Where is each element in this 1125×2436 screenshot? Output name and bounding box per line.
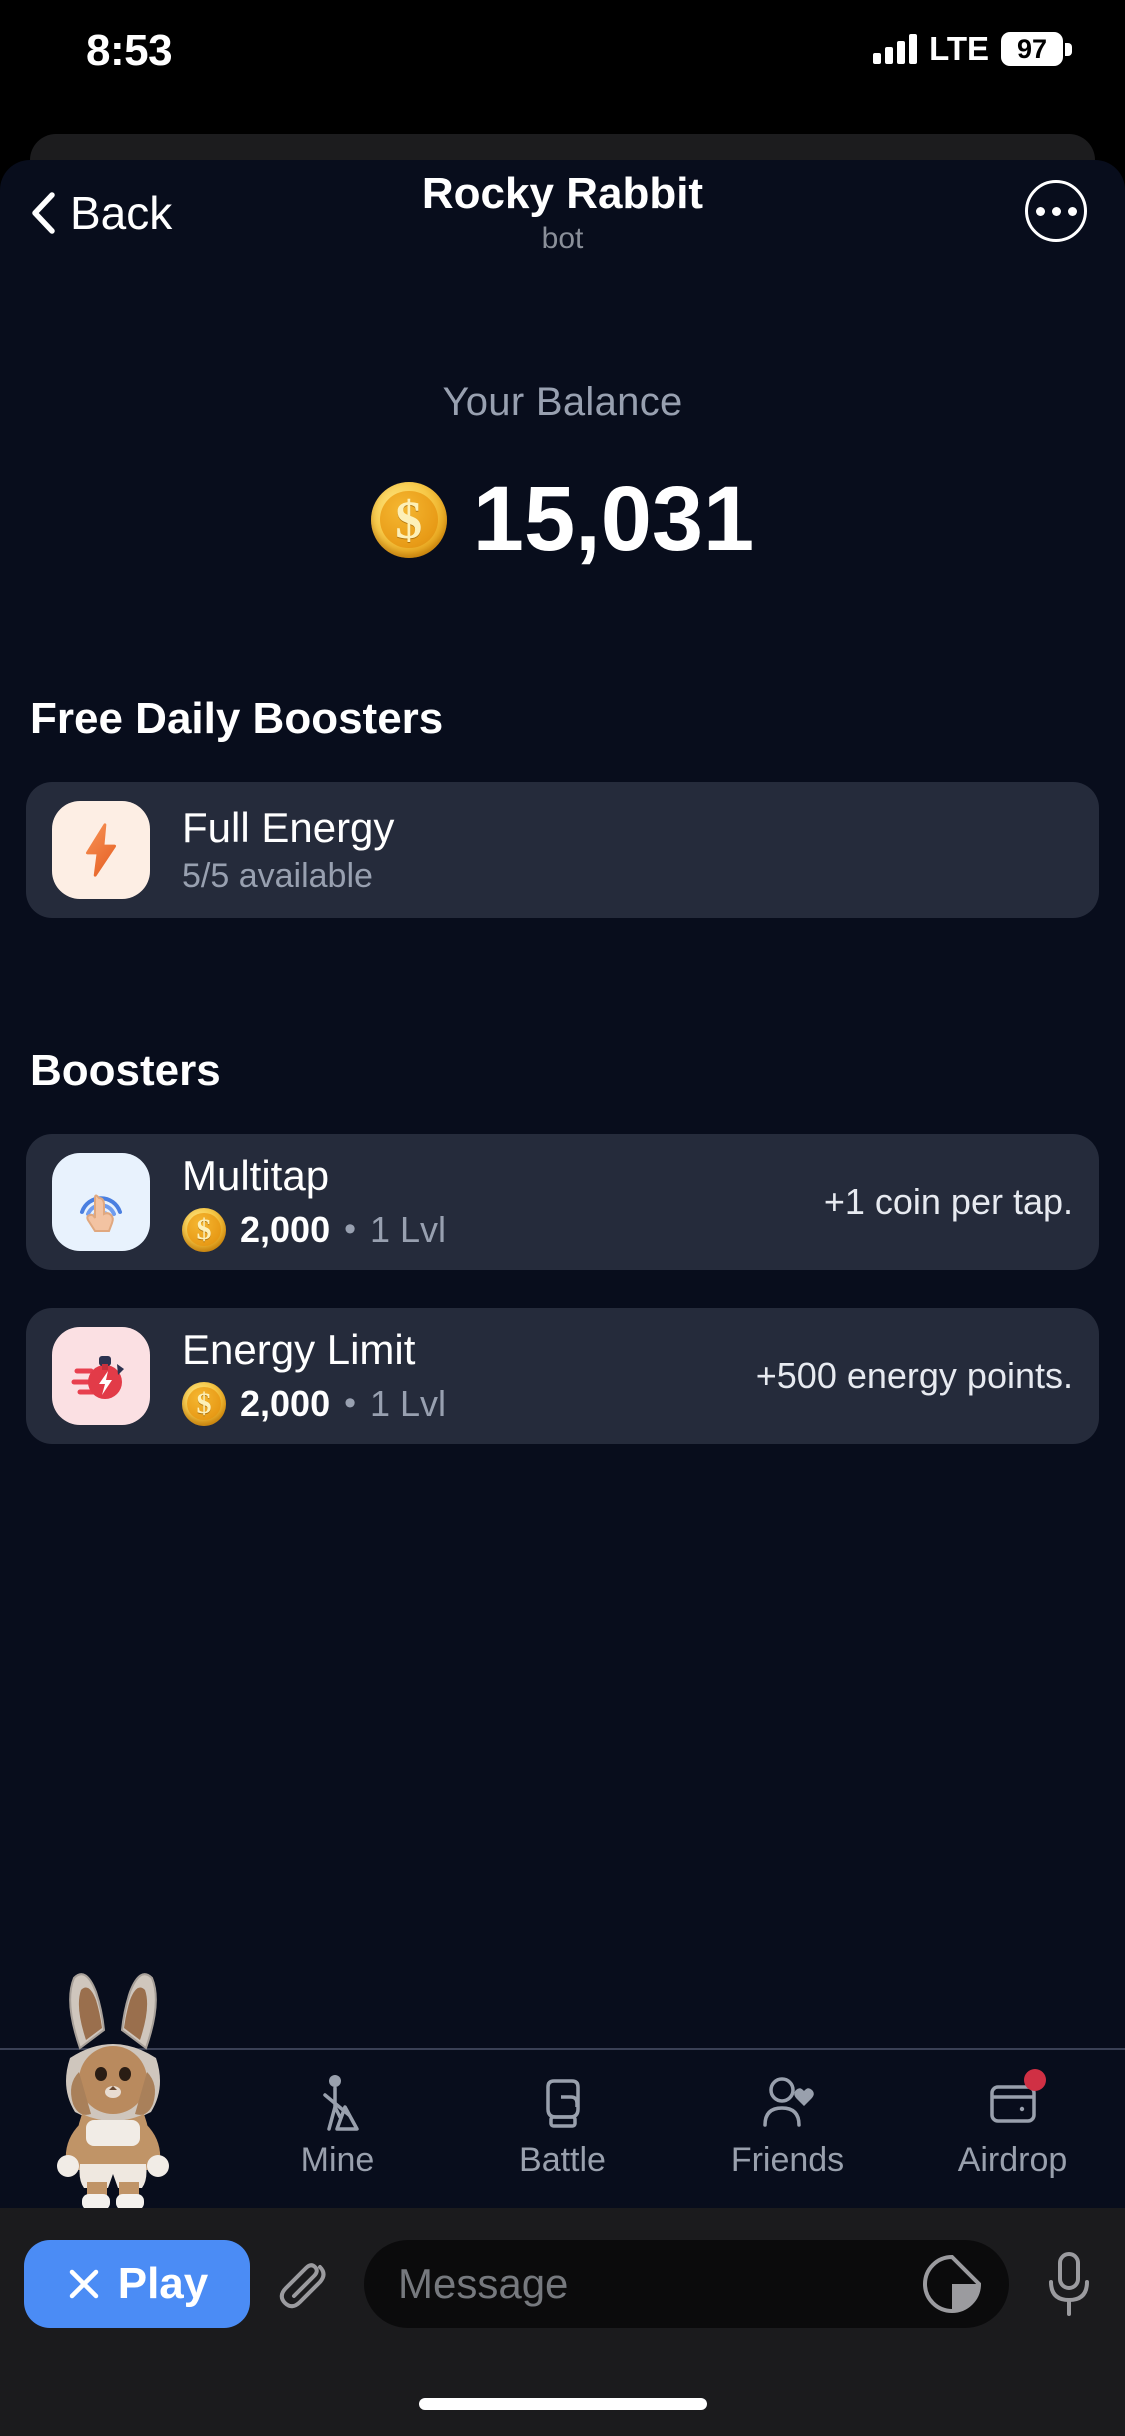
message-input[interactable]: Message	[364, 2240, 1009, 2328]
tab-label: Friends	[730, 2140, 845, 2179]
tab-battle[interactable]: Battle	[450, 2050, 675, 2208]
booster-text-block: Multitap $ 2,000 • 1 Lvl	[182, 1152, 808, 1252]
booster-card-energy-limit[interactable]: Energy Limit $ 2,000 • 1 Lvl +500 energy…	[26, 1308, 1099, 1444]
tab-friends[interactable]: Friends	[675, 2050, 900, 2208]
battery-icon: 97	[1001, 32, 1072, 66]
gold-coin-icon: $	[370, 481, 447, 558]
battery-percent: 97	[1016, 33, 1048, 64]
play-button[interactable]: Play	[24, 2240, 250, 2328]
meta-separator: •	[344, 1384, 356, 1423]
boosters-heading: Boosters	[30, 1046, 221, 1095]
phone-screen: 8:53 LTE 97 Back Rocky Rabbit bot Your B…	[0, 0, 1125, 2436]
more-options-icon[interactable]	[1025, 180, 1087, 242]
webapp-navbar: Back Rocky Rabbit bot	[0, 160, 1125, 280]
booster-cost: 2,000	[240, 1208, 331, 1250]
gold-coin-icon: $	[182, 1381, 226, 1426]
tab-label: Battle	[519, 2140, 606, 2179]
tab-label: Airdrop	[957, 2140, 1068, 2179]
home-indicator	[418, 2398, 707, 2410]
lightning-bolt-icon	[52, 801, 150, 899]
balance-row: $ 15,031	[0, 467, 1125, 572]
rabbit-character-avatar[interactable]	[0, 1973, 225, 2208]
status-bar: 8:53 LTE 97	[0, 0, 1125, 95]
close-x-icon	[69, 2269, 98, 2299]
booster-name: Multitap	[182, 1152, 330, 1200]
booster-meta: $ 2,000 • 1 Lvl	[182, 1381, 740, 1426]
energy-battery-icon	[52, 1327, 150, 1425]
back-button[interactable]: Back	[16, 178, 186, 248]
airdrop-notification-badge	[1023, 2068, 1046, 2091]
tab-airdrop[interactable]: Airdrop	[900, 2050, 1125, 2208]
tab-mine[interactable]: Mine	[225, 2050, 450, 2208]
paperclip-icon[interactable]	[272, 2249, 342, 2319]
balance-amount: 15,031	[472, 468, 755, 570]
booster-cost: 2,000	[240, 1382, 331, 1424]
tap-finger-icon	[52, 1153, 150, 1251]
sticker-icon[interactable]	[921, 2253, 983, 2315]
message-placeholder: Message	[398, 2260, 569, 2307]
balance-label: Your Balance	[442, 380, 683, 424]
booster-name: Energy Limit	[182, 1326, 416, 1374]
pickaxe-miner-icon	[322, 2074, 359, 2131]
chevron-left-icon	[32, 192, 55, 234]
booster-card-full-energy[interactable]: Full Energy 5/5 available	[26, 782, 1099, 918]
balance-section: Your Balance $ 15,031	[0, 380, 1125, 572]
booster-text-block: Full Energy 5/5 available	[182, 804, 1073, 896]
boxing-glove-icon	[545, 2078, 580, 2128]
airdrop-box-icon	[982, 2068, 1046, 2133]
booster-effect: +1 coin per tap.	[823, 1181, 1073, 1222]
booster-level: 1 Lvl	[370, 1382, 447, 1424]
back-label: Back	[70, 187, 173, 239]
webapp-sheet: Back Rocky Rabbit bot Your Balance $ 15,…	[0, 160, 1125, 2208]
booster-level: 1 Lvl	[370, 1208, 447, 1250]
signal-bars-icon	[873, 34, 918, 64]
microphone-icon[interactable]	[1037, 2248, 1101, 2320]
status-time: 8:53	[86, 26, 173, 75]
bottom-tab-bar: Mine Battle Friends Airdrop	[0, 1973, 1125, 2208]
booster-effect: +500 energy points.	[755, 1355, 1073, 1396]
person-heart-icon	[762, 2076, 814, 2127]
telegram-composer: Play Message	[0, 2208, 1125, 2360]
gold-coin-icon: $	[182, 1207, 226, 1252]
booster-name: Full Energy	[182, 803, 395, 851]
free-daily-boosters-heading: Free Daily Boosters	[30, 694, 444, 743]
meta-separator: •	[344, 1210, 356, 1249]
play-label: Play	[117, 2259, 209, 2308]
status-indicators: LTE 97	[873, 30, 1072, 68]
network-type-label: LTE	[929, 30, 989, 67]
booster-meta: $ 2,000 • 1 Lvl	[182, 1207, 808, 1252]
booster-card-multitap[interactable]: Multitap $ 2,000 • 1 Lvl +1 coin per tap…	[26, 1134, 1099, 1270]
booster-availability: 5/5 available	[182, 857, 373, 896]
booster-text-block: Energy Limit $ 2,000 • 1 Lvl	[182, 1326, 740, 1426]
tab-label: Mine	[300, 2140, 375, 2179]
